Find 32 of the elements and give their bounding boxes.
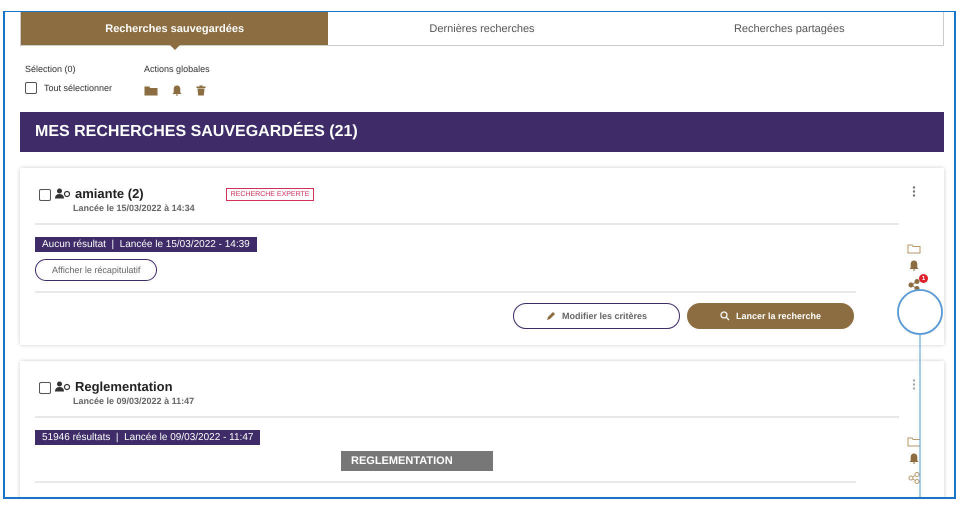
select-all-label[interactable]: Tout sélectionner bbox=[44, 83, 112, 93]
bell-icon[interactable] bbox=[172, 85, 182, 96]
results-bar: 51946 résultats | Lancée le 09/03/2022 - 11:47 bbox=[35, 430, 260, 445]
global-actions-label: Actions globales bbox=[144, 64, 210, 74]
search-title[interactable]: Reglementation bbox=[75, 379, 173, 394]
pencil-icon bbox=[546, 311, 556, 321]
folder-icon[interactable] bbox=[907, 436, 921, 447]
summary-button[interactable]: Afficher le récapitulatif bbox=[35, 259, 158, 281]
user-search-icon bbox=[55, 188, 71, 199]
share-icon[interactable] bbox=[908, 279, 920, 291]
launch-search-button[interactable]: Lancer la recherche bbox=[687, 303, 854, 329]
bell-icon[interactable] bbox=[909, 453, 919, 464]
bell-icon[interactable] bbox=[909, 260, 919, 271]
tab-pointer-icon bbox=[170, 45, 180, 50]
checkbox[interactable] bbox=[25, 82, 37, 94]
launch-date: Lancée le 15/03/2022 à 14:34 bbox=[72, 203, 196, 213]
section-title: MES RECHERCHES SAUVEGARDÉES (21) bbox=[35, 123, 358, 141]
folder-icon[interactable] bbox=[907, 243, 921, 254]
trash-icon[interactable] bbox=[196, 85, 206, 96]
edit-criteria-button[interactable]: Modifier les critères bbox=[513, 303, 680, 329]
search-title[interactable]: amiante (2) bbox=[75, 186, 144, 201]
keyword-tag: REGLEMENTATION bbox=[341, 451, 493, 471]
results-bar: Aucun résultat | Lancée le 15/03/2022 - 14:39 bbox=[35, 237, 257, 252]
checkbox[interactable] bbox=[39, 189, 51, 201]
selection-count: Sélection (0) bbox=[25, 64, 77, 74]
checkbox[interactable] bbox=[39, 382, 51, 394]
launch-date: Lancée le 09/03/2022 à 11:47 bbox=[72, 396, 196, 406]
share-icon[interactable] bbox=[908, 472, 920, 484]
user-search-icon bbox=[55, 381, 71, 392]
folder-icon[interactable] bbox=[144, 85, 158, 96]
search-icon bbox=[720, 311, 730, 321]
more-options-icon[interactable] bbox=[912, 186, 916, 197]
